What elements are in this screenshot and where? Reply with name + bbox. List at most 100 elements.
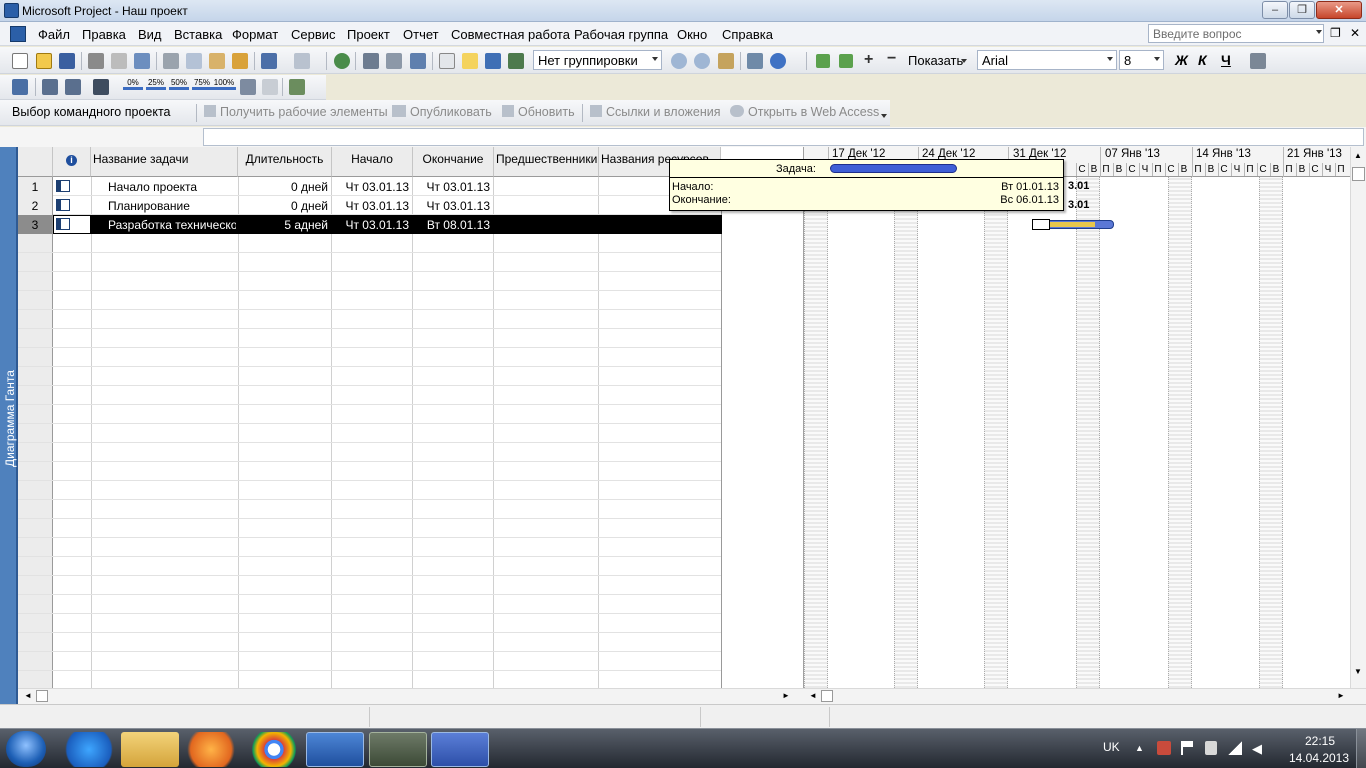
language-indicator[interactable]: UK (1103, 740, 1120, 754)
assign-resources-icon[interactable] (485, 53, 501, 69)
col-start[interactable]: Начало (332, 147, 413, 177)
percent-50-button[interactable]: 50% (169, 78, 189, 90)
refresh-button[interactable]: Обновить (502, 105, 575, 119)
unlink-tasks-icon[interactable] (386, 53, 402, 69)
scroll-up-icon[interactable]: ▲ (1354, 151, 1362, 160)
app-icon[interactable] (4, 3, 19, 18)
save-disk-icon[interactable] (431, 732, 489, 767)
scroll-left-icon[interactable]: ◄ (809, 691, 817, 700)
plus-icon[interactable]: + (864, 51, 873, 69)
toolbar-options-icon[interactable] (881, 114, 887, 118)
predecessors-cell[interactable] (494, 196, 598, 199)
update-tasks-icon[interactable] (93, 79, 109, 95)
tracking-gantt-icon[interactable] (12, 79, 28, 95)
table-row-selected[interactable]: 3 Разработка технического 5 адней Чт 03.… (18, 215, 722, 234)
finish-cell[interactable]: Вт 08.01.13 (413, 215, 493, 232)
task-notes-icon[interactable] (462, 53, 478, 69)
device-icon[interactable] (1205, 741, 1217, 755)
predecessors-cell[interactable] (494, 215, 598, 218)
underline-button[interactable]: Ч (1221, 52, 1231, 68)
zoom-in-icon[interactable] (671, 53, 687, 69)
links-attachments-button[interactable]: Ссылки и вложения (590, 105, 721, 119)
start-cell[interactable]: Чт 03.01.13 (332, 196, 412, 213)
percent-75-button[interactable]: 75% (192, 78, 212, 90)
scroll-right-icon[interactable]: ► (1337, 691, 1345, 700)
split-task-icon[interactable] (410, 53, 426, 69)
col-finish[interactable]: Окончание (413, 147, 494, 177)
task-name-cell[interactable]: Разработка технического (108, 215, 236, 232)
start-cell[interactable]: Чт 03.01.13 (332, 177, 412, 194)
scroll-down-icon[interactable]: ▼ (1354, 667, 1362, 676)
task-info-icon[interactable] (439, 53, 455, 69)
goto-task-icon[interactable] (718, 53, 734, 69)
paste-icon[interactable] (209, 53, 225, 69)
menu-insert[interactable]: Вставка (174, 27, 222, 42)
zoom-out-icon[interactable] (694, 53, 710, 69)
menu-workgroup[interactable]: Рабочая группа (574, 27, 668, 42)
row-number[interactable]: 2 (18, 196, 53, 215)
filter-icon[interactable] (1250, 53, 1266, 69)
duration-cell[interactable]: 0 дней (239, 196, 331, 213)
finish-cell[interactable]: Чт 03.01.13 (413, 177, 493, 194)
redo-icon[interactable] (294, 53, 310, 69)
chrome-icon[interactable] (245, 732, 303, 767)
open-web-access-button[interactable]: Открыть в Web Access (730, 105, 879, 119)
start-button-icon[interactable] (6, 731, 46, 767)
chevron-down-icon[interactable] (961, 59, 967, 63)
copy-icon[interactable] (186, 53, 202, 69)
undo-icon[interactable] (261, 53, 277, 69)
percent-25-button[interactable]: 25% (146, 78, 166, 90)
explorer-icon[interactable] (121, 732, 179, 767)
scroll-thumb[interactable] (821, 690, 833, 702)
menu-format[interactable]: Формат (232, 27, 278, 42)
print-icon[interactable] (88, 53, 104, 69)
publish-info-icon[interactable] (508, 53, 524, 69)
volume-icon[interactable]: ◀ (1252, 741, 1262, 757)
row-number[interactable]: 3 (18, 215, 53, 234)
new-icon[interactable] (12, 53, 28, 69)
table-row[interactable]: 2 Планирование 0 дней Чт 03.01.13 Чт 03.… (18, 196, 721, 215)
minus-icon[interactable]: − (887, 50, 896, 68)
copy-picture-icon[interactable] (747, 53, 763, 69)
clock-date[interactable]: 14.04.2013 (1285, 751, 1353, 765)
col-duration[interactable]: Длительность (238, 147, 332, 177)
format-painter-icon[interactable] (232, 53, 248, 69)
row-number[interactable]: 1 (18, 177, 53, 196)
doc-icon[interactable] (10, 26, 26, 42)
menu-help[interactable]: Справка (722, 27, 773, 42)
predecessors-cell[interactable] (494, 177, 598, 180)
collaborate-icon[interactable] (262, 79, 278, 95)
grouping-select[interactable]: Нет группировки (533, 50, 662, 70)
restore-icon[interactable]: ❐ (1289, 1, 1315, 19)
scroll-left-icon[interactable]: ◄ (24, 691, 32, 700)
duration-cell[interactable]: 0 дней (239, 177, 331, 194)
menu-edit[interactable]: Правка (82, 27, 126, 42)
arrow-left-icon[interactable] (816, 54, 830, 68)
menu-collaborate[interactable]: Совместная работа (451, 27, 570, 42)
flag-icon[interactable] (1181, 741, 1193, 755)
percent-0-button[interactable]: 0% (123, 78, 143, 90)
font-select[interactable]: Arial (977, 50, 1117, 70)
finish-cell[interactable]: Чт 03.01.13 (413, 196, 493, 213)
reschedule-icon[interactable] (240, 79, 256, 95)
clock-time[interactable]: 22:15 (1295, 734, 1345, 748)
media-player-icon[interactable] (182, 732, 240, 767)
gantt-chart[interactable]: 17 Дек '12 24 Дек '12 31 Дек '12 07 Янв … (803, 147, 1350, 688)
menu-report[interactable]: Отчет (403, 27, 439, 42)
help-icon[interactable] (770, 53, 786, 69)
action-center-icon[interactable] (1157, 741, 1171, 755)
ask-question-input[interactable]: Введите вопрос (1148, 24, 1324, 43)
menu-file[interactable]: Файл (38, 27, 70, 42)
menu-window[interactable]: Окно (677, 27, 707, 42)
print-preview-icon[interactable] (111, 53, 127, 69)
get-work-items-button[interactable]: Получить рабочие элементы (204, 105, 388, 119)
col-task-name[interactable]: Название задачи (91, 147, 238, 177)
save-icon[interactable] (59, 53, 75, 69)
hyperlink-icon[interactable] (334, 53, 350, 69)
menu-project[interactable]: Проект (347, 27, 390, 42)
indent-icon[interactable] (65, 79, 81, 95)
resources-icon[interactable] (289, 79, 305, 95)
table-row[interactable]: 1 Начало проекта 0 дней Чт 03.01.13 Чт 0… (18, 177, 721, 196)
ie-icon[interactable] (60, 732, 118, 767)
scroll-thumb[interactable] (36, 690, 48, 702)
